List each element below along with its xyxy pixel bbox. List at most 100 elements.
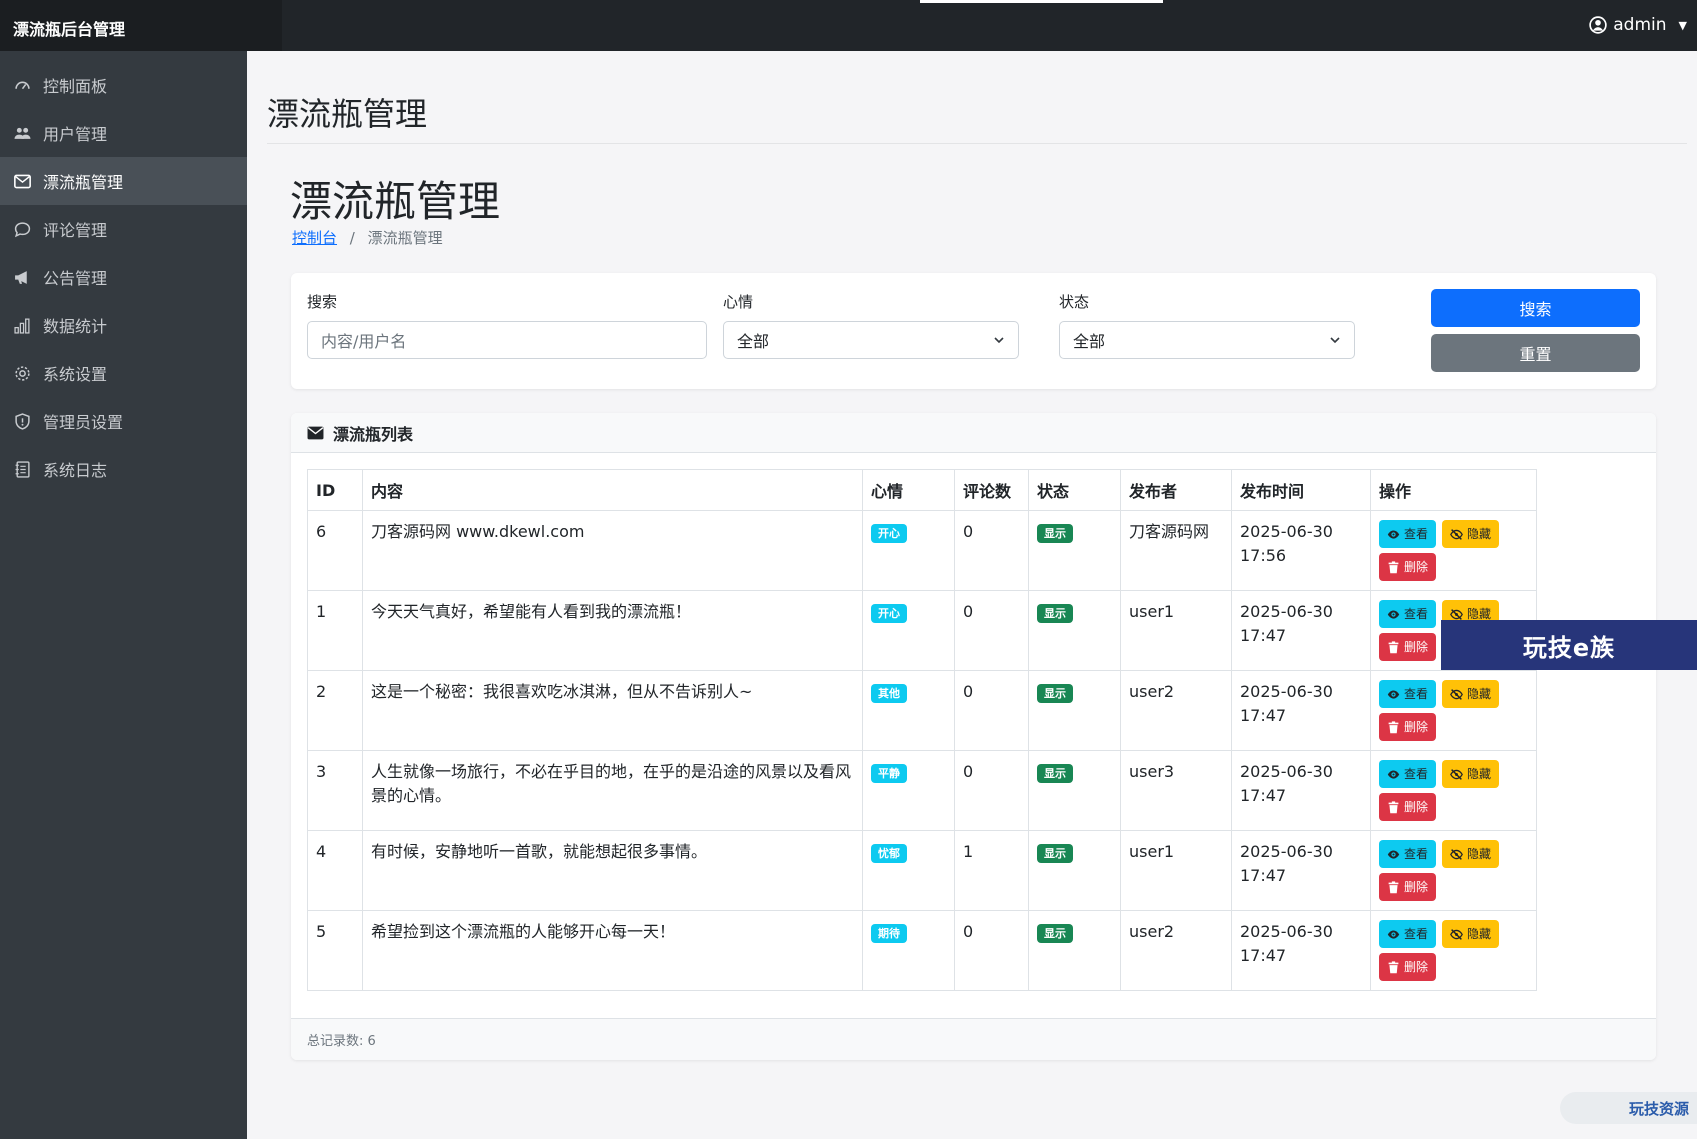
cell-author: user1 [1120, 830, 1232, 911]
eye-slash-icon [1450, 688, 1463, 700]
cell-status: 显示 [1028, 590, 1121, 671]
mood-label: 心情 [723, 293, 754, 311]
sidebar-item[interactable]: 系统日志 [0, 445, 247, 493]
column-header: 发布时间 [1231, 469, 1371, 511]
mood-select-value: 全部 [737, 332, 770, 351]
trash-icon [1388, 560, 1399, 573]
eye-slash-icon [1450, 848, 1463, 860]
view-button[interactable]: 查看 [1379, 600, 1437, 628]
shield-icon [13, 412, 31, 430]
publish-date: 2025-06-30 [1240, 522, 1333, 541]
user-menu[interactable]: admin ▼ [1589, 15, 1687, 35]
sidebar-item[interactable]: 管理员设置 [0, 397, 247, 445]
hide-button[interactable]: 隐藏 [1442, 680, 1500, 708]
search-button[interactable]: 搜索 [1431, 289, 1640, 327]
publish-date: 2025-06-30 [1240, 922, 1333, 941]
status-select[interactable]: 全部 [1059, 321, 1355, 359]
cell-id: 1 [307, 590, 363, 671]
trash-icon [1388, 640, 1399, 653]
breadcrumb-home-link[interactable]: 控制台 [292, 229, 337, 247]
delete-label: 删除 [1404, 880, 1429, 894]
cell-id: 4 [307, 830, 363, 911]
cell-comments: 0 [954, 750, 1029, 831]
mood-select[interactable]: 全部 [723, 321, 1019, 359]
cell-content: 刀客源码网 www.dkewl.com [362, 510, 863, 591]
mood-badge: 忧郁 [871, 844, 907, 863]
eye-icon [1387, 769, 1400, 779]
watermark-overlay: 玩技e族 [1441, 620, 1697, 670]
delete-button[interactable]: 删除 [1379, 793, 1437, 821]
trash-icon [1388, 720, 1399, 733]
hide-button[interactable]: 隐藏 [1442, 840, 1500, 868]
status-badge: 显示 [1037, 684, 1073, 703]
publish-date: 2025-06-30 [1240, 602, 1333, 621]
delete-button[interactable]: 删除 [1379, 713, 1437, 741]
card-title: 漂流瓶列表 [333, 424, 414, 444]
sidebar-item-label: 数据统计 [43, 317, 108, 336]
bottle-list-card: 漂流瓶列表 ID 内容 心情 评论数 状态 发布者 发布时间 操作 6 刀客源码网… [291, 413, 1656, 1060]
delete-button[interactable]: 删除 [1379, 873, 1437, 901]
publish-time: 17:47 [1240, 786, 1287, 805]
delete-button[interactable]: 删除 [1379, 953, 1437, 981]
cell-time: 2025-06-30 17:47 [1231, 830, 1371, 911]
sidebar-item-label: 用户管理 [43, 125, 108, 144]
status-badge: 显示 [1037, 924, 1073, 943]
eye-slash-icon [1450, 608, 1463, 620]
envelope-icon [13, 172, 31, 190]
cell-time: 2025-06-30 17:47 [1231, 670, 1371, 751]
hide-button[interactable]: 隐藏 [1442, 520, 1500, 548]
breadcrumb-current: 漂流瓶管理 [367, 229, 443, 247]
publish-date: 2025-06-30 [1240, 682, 1333, 701]
sidebar-item[interactable]: 评论管理 [0, 205, 247, 253]
card-footer: 总记录数: 6 [291, 1018, 1656, 1060]
view-button[interactable]: 查看 [1379, 520, 1437, 548]
publish-date: 2025-06-30 [1240, 842, 1333, 861]
cell-author: user2 [1120, 670, 1232, 751]
publish-time: 17:47 [1240, 866, 1287, 885]
cell-time: 2025-06-30 17:47 [1231, 590, 1371, 671]
reset-button[interactable]: 重置 [1431, 334, 1640, 372]
megaphone-icon [13, 268, 31, 286]
sidebar-item[interactable]: 控制面板 [0, 61, 247, 109]
view-button[interactable]: 查看 [1379, 840, 1437, 868]
cell-time: 2025-06-30 17:47 [1231, 910, 1371, 991]
sidebar-item[interactable]: 公告管理 [0, 253, 247, 301]
table-body: 6 刀客源码网 www.dkewl.com 开心 0 显示 刀客源码网 2025-06-30… [307, 510, 1537, 991]
top-strip [920, 0, 1163, 3]
table-row: 5 希望捡到这个漂流瓶的人能够开心每一天！ 期待 0 显示 user2 2025-06-30… [307, 910, 1537, 991]
cell-id: 2 [307, 670, 363, 751]
view-label: 查看 [1404, 927, 1429, 941]
breadcrumb: 控制台 / 漂流瓶管理 [292, 227, 443, 248]
user-circle-icon [1589, 16, 1607, 34]
mood-badge: 开心 [871, 604, 907, 623]
view-button[interactable]: 查看 [1379, 680, 1437, 708]
eye-icon [1387, 529, 1400, 539]
app-brand[interactable]: 漂流瓶后台管理 [13, 16, 125, 40]
hide-button[interactable]: 隐藏 [1442, 920, 1500, 948]
delete-label: 删除 [1404, 640, 1429, 654]
sidebar-item[interactable]: 漂流瓶管理 [0, 157, 247, 205]
hide-button[interactable]: 隐藏 [1442, 760, 1500, 788]
publish-date: 2025-06-30 [1240, 762, 1333, 781]
sidebar-item[interactable]: 系统设置 [0, 349, 247, 397]
caret-down-icon: ▼ [1678, 18, 1687, 32]
view-button[interactable]: 查看 [1379, 760, 1437, 788]
delete-button[interactable]: 删除 [1379, 553, 1437, 581]
cell-status: 显示 [1028, 830, 1121, 911]
chat-icon [13, 220, 31, 238]
cell-actions: 查看 隐藏 删除 [1370, 750, 1537, 831]
action-group: 查看 隐藏 删除 [1379, 680, 1519, 741]
trash-icon [1388, 800, 1399, 813]
sidebar-item[interactable]: 用户管理 [0, 109, 247, 157]
cell-status: 显示 [1028, 750, 1121, 831]
sidebar-item-label: 评论管理 [43, 221, 108, 240]
brand-area: 漂流瓶后台管理 [0, 0, 282, 51]
mood-badge: 平静 [871, 764, 907, 783]
search-input[interactable]: 内容/用户名 [307, 321, 707, 359]
view-button[interactable]: 查看 [1379, 920, 1437, 948]
delete-button[interactable]: 删除 [1379, 633, 1437, 661]
delete-label: 删除 [1404, 720, 1429, 734]
table-row: 2 这是一个秘密：我很喜欢吃冰淇淋，但从不告诉别人~ 其他 0 显示 user2 2025-… [307, 670, 1537, 751]
status-select-value: 全部 [1073, 332, 1106, 351]
sidebar-item[interactable]: 数据统计 [0, 301, 247, 349]
